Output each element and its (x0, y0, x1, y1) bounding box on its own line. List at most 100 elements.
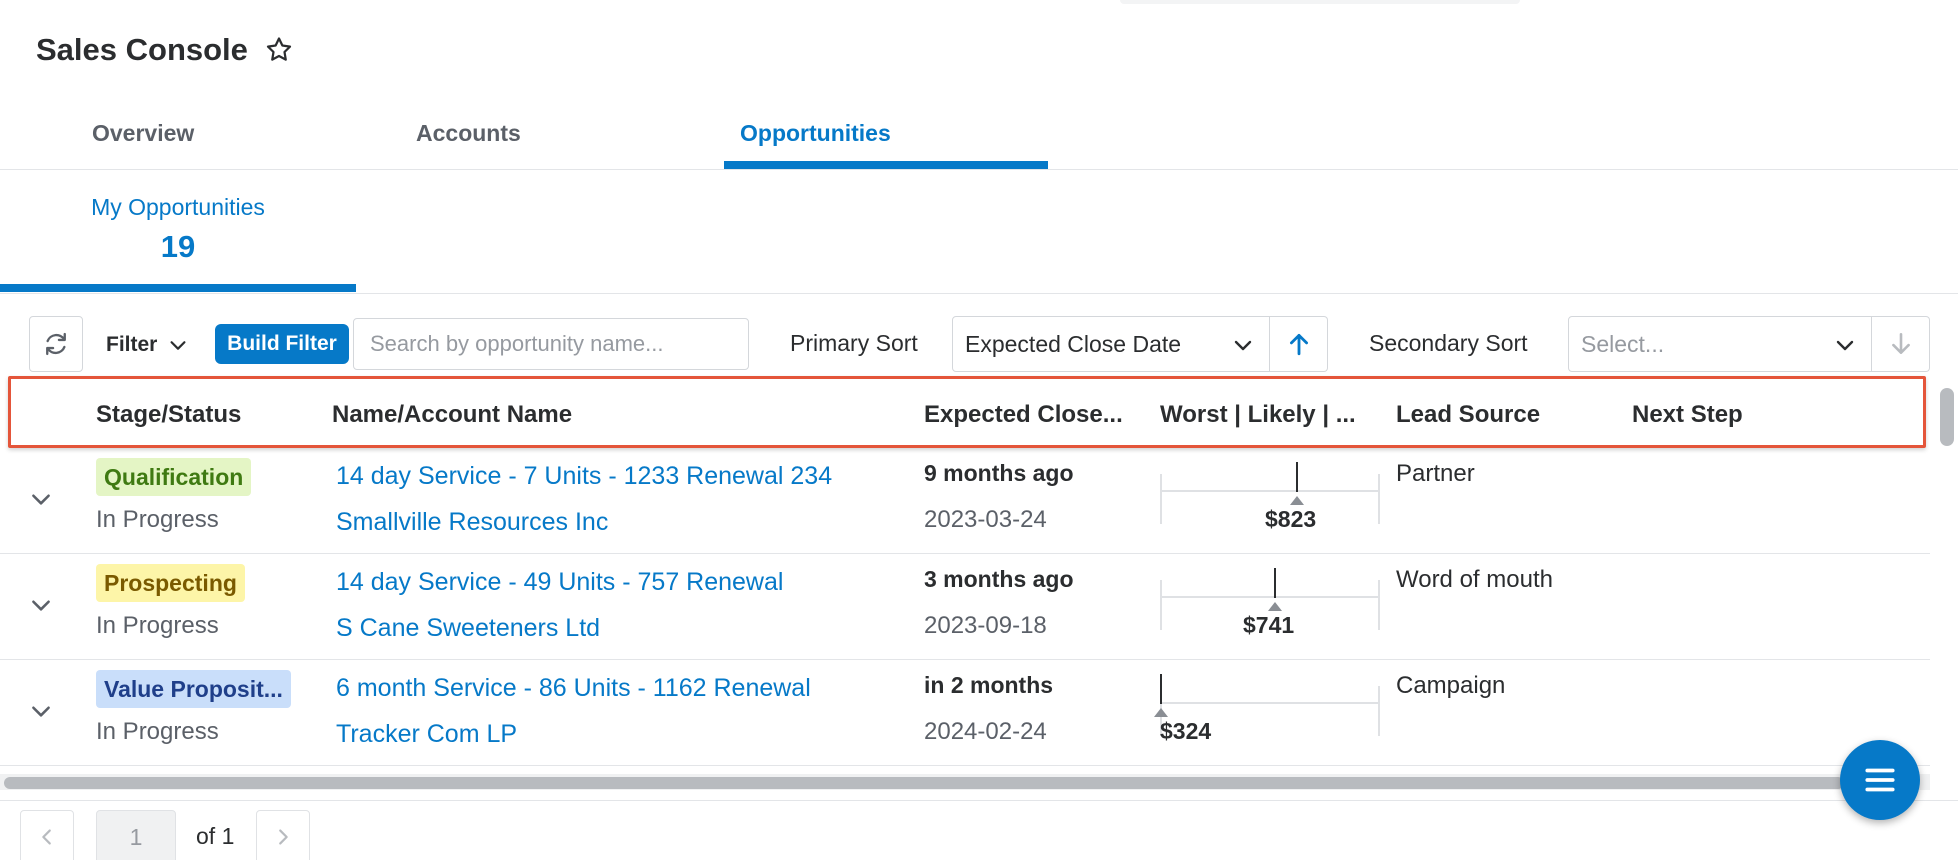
status-text: In Progress (96, 612, 219, 639)
column-header-next-step[interactable]: Next Step (1632, 401, 1743, 429)
table-header: Stage/Status Name/Account Name Expected … (8, 376, 1926, 448)
secondary-sort-select[interactable]: Select... (1568, 316, 1872, 372)
filter-label: Filter (106, 333, 158, 356)
search-input[interactable] (353, 318, 749, 370)
chevron-down-icon (1231, 333, 1255, 357)
lead-source: Word of mouth (1396, 566, 1553, 593)
list-tab-count: 19 (160, 229, 196, 264)
close-date: 2023-03-24 (924, 506, 1047, 533)
close-date-relative: 9 months ago (924, 460, 1074, 486)
stage-badge: Prospecting (96, 564, 245, 602)
column-header-name-account[interactable]: Name/Account Name (332, 401, 572, 429)
column-header-lead-source[interactable]: Lead Source (1396, 401, 1540, 429)
pagination: of 1 (0, 800, 1958, 860)
account-link[interactable]: Tracker Com LP (336, 720, 517, 749)
status-text: In Progress (96, 718, 219, 745)
forecast-range: $324 (1154, 666, 1380, 746)
range-left-bound (1160, 474, 1162, 524)
table-row: Prospecting In Progress 14 day Service -… (0, 554, 1930, 660)
table-row: Qualification In Progress 14 day Service… (0, 448, 1930, 554)
forecast-range: $823 (1160, 454, 1380, 534)
secondary-sort-label: Secondary Sort (1369, 330, 1528, 356)
chevron-down-icon (167, 334, 189, 356)
menu-button[interactable] (1840, 740, 1920, 820)
lead-source: Partner (1396, 460, 1475, 487)
filter-toggle[interactable]: Filter (106, 328, 189, 362)
prev-page-button[interactable] (20, 810, 74, 860)
row-expand-button[interactable] (26, 484, 56, 514)
range-right-bound (1378, 474, 1380, 524)
likely-caret (1268, 602, 1282, 611)
primary-sort-label: Primary Sort (790, 330, 918, 356)
range-track (1160, 490, 1380, 492)
status-text: In Progress (96, 506, 219, 533)
table-body: Qualification In Progress 14 day Service… (0, 448, 1930, 768)
primary-sort-direction-button[interactable] (1270, 316, 1328, 372)
account-link[interactable]: S Cane Sweeteners Ltd (336, 614, 600, 643)
chevron-down-icon (32, 706, 50, 717)
close-date-relative: 3 months ago (924, 566, 1074, 592)
primary-sort-value: Expected Close Date (965, 330, 1182, 357)
star-icon[interactable] (264, 35, 294, 65)
tab-my-opportunities[interactable]: My Opportunities 19 (0, 194, 356, 294)
list-tab-label: My Opportunities (91, 194, 265, 220)
stage-badge: Value Proposit... (96, 670, 291, 708)
page-number-input[interactable] (96, 810, 176, 860)
chevron-down-icon (1833, 333, 1857, 357)
list-toolbar: Filter Build Filter Primary Sort Expecte… (0, 316, 1958, 372)
lead-source: Campaign (1396, 672, 1506, 699)
chevron-down-icon (32, 494, 50, 505)
refresh-button[interactable] (29, 316, 83, 372)
secondary-sort-direction-button[interactable] (1872, 316, 1930, 372)
arrow-down-icon (1891, 332, 1910, 354)
range-track (1160, 596, 1380, 598)
list-tabs: My Opportunities 19 (0, 170, 1958, 294)
column-header-stage-status[interactable]: Stage/Status (96, 401, 241, 429)
likely-caret (1154, 708, 1168, 717)
tab-overview[interactable]: Overview (92, 108, 194, 170)
account-link[interactable]: Smallville Resources Inc (336, 508, 608, 537)
close-date-relative: in 2 months (924, 672, 1054, 698)
active-tab-indicator (724, 161, 1048, 169)
next-page-button[interactable] (256, 810, 310, 860)
hamburger-icon (1865, 768, 1895, 792)
chevron-left-icon (42, 829, 51, 845)
column-header-worst-likely-best[interactable]: Worst | Likely | ... (1160, 401, 1356, 429)
refresh-icon (46, 332, 66, 356)
close-date: 2023-09-18 (924, 612, 1047, 639)
chevron-down-icon (32, 600, 50, 611)
range-right-bound (1378, 686, 1380, 736)
horizontal-scrollbar[interactable] (4, 777, 1844, 789)
close-date: 2024-02-24 (924, 718, 1047, 745)
opportunity-link[interactable]: 14 day Service - 49 Units - 757 Renewal (336, 568, 783, 597)
secondary-sort-placeholder: Select... (1581, 330, 1665, 357)
likely-marker (1160, 674, 1162, 704)
opportunity-link[interactable]: 6 month Service - 86 Units - 1162 Renewa… (336, 674, 811, 703)
likely-marker (1296, 462, 1298, 492)
chevron-right-icon (279, 829, 288, 845)
likely-value: $823 (1265, 506, 1317, 532)
range-track (1160, 702, 1380, 704)
range-left-bound (1160, 580, 1162, 630)
row-expand-button[interactable] (26, 696, 56, 726)
arrow-up-icon (1289, 333, 1308, 356)
likely-marker (1274, 568, 1276, 598)
tab-accounts[interactable]: Accounts (416, 108, 521, 170)
likely-value: $324 (1160, 718, 1212, 744)
vertical-scrollbar[interactable] (1940, 388, 1954, 446)
likely-caret (1290, 496, 1304, 505)
forecast-range: $741 (1160, 560, 1380, 640)
page-title: Sales Console (36, 32, 248, 67)
range-right-bound (1378, 580, 1380, 630)
stage-badge: Qualification (96, 458, 252, 496)
primary-sort-select[interactable]: Expected Close Date (952, 316, 1270, 372)
top-shadow (1120, 0, 1520, 4)
likely-value: $741 (1243, 612, 1295, 638)
title-bar: Sales Console (36, 28, 294, 72)
table-row: Value Proposit... In Progress 6 month Se… (0, 660, 1930, 766)
page-count: of 1 (196, 823, 235, 849)
build-filter-button[interactable]: Build Filter (215, 324, 349, 364)
column-header-expected-close[interactable]: Expected Close... (924, 401, 1123, 429)
row-expand-button[interactable] (26, 590, 56, 620)
opportunity-link[interactable]: 14 day Service - 7 Units - 1233 Renewal … (336, 462, 832, 491)
